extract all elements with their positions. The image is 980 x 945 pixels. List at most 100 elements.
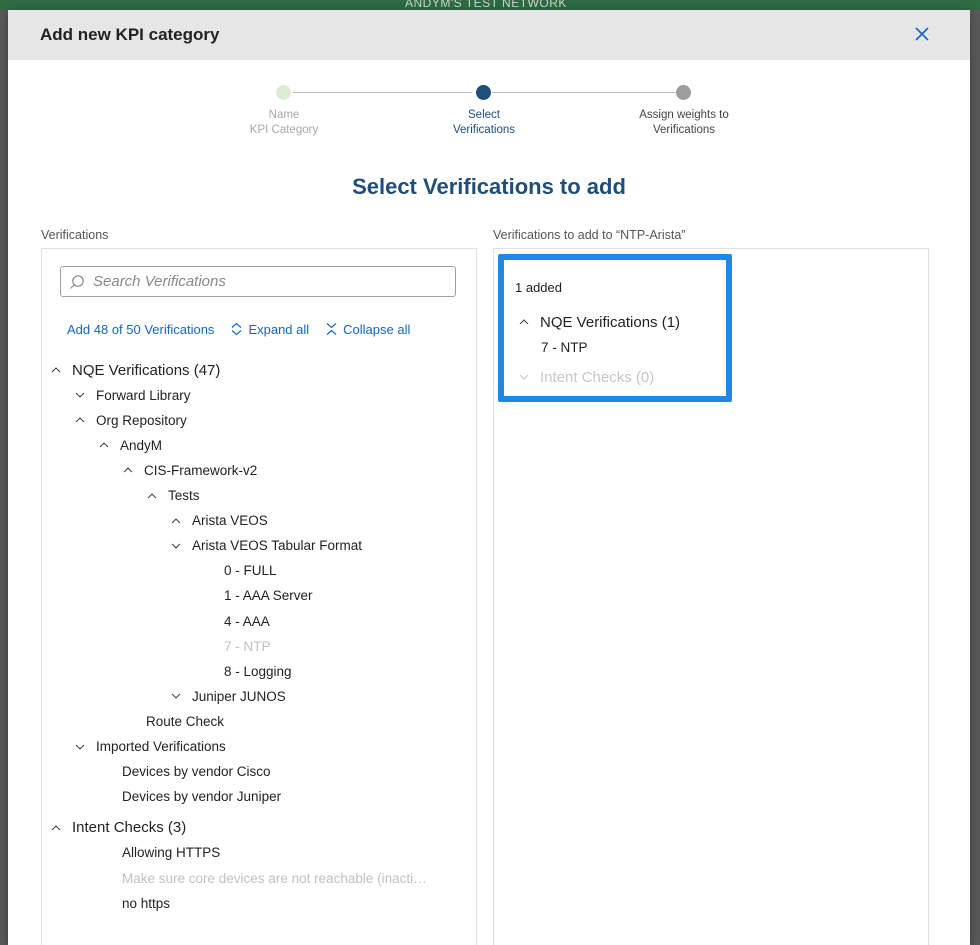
tree-item-route-check[interactable]: Route Check (146, 710, 224, 732)
tree-item-4-aaa[interactable]: 4 - AAA (224, 610, 270, 632)
expand-all-button[interactable]: Expand all (230, 322, 309, 337)
stepper-connector (492, 92, 676, 93)
collapse-icon (326, 323, 337, 335)
tree-item-label: 0 - FULL (224, 563, 277, 579)
tree-item-cis-framework-v2[interactable]: CIS-Framework-v2 (122, 459, 257, 481)
tree-item-label: Imported Verifications (96, 739, 226, 754)
chevron-down-icon (518, 371, 530, 383)
left-panel-label: Verifications (41, 228, 109, 242)
tree-item-0-full[interactable]: 0 - FULL (224, 560, 277, 582)
step-indicator-name-kpi-category (276, 85, 291, 100)
added-count: 1 added (515, 280, 562, 295)
chevron-up-icon (50, 822, 62, 834)
added-verifications-card: 1 added NQE Verifications (1) 7 - NTP In… (498, 254, 732, 402)
collapse-all-label: Collapse all (343, 321, 411, 337)
tree-item-label: AndyM (120, 437, 163, 453)
step-label-line: Verifications (652, 124, 715, 136)
background-network-name: ANDYM'S TEST NETWORK (405, 0, 567, 10)
tree-item-andym[interactable]: AndyM (98, 434, 162, 456)
tree-item-allowing-https[interactable]: Allowing HTTPS (122, 842, 220, 864)
tree-item-org-repository[interactable]: Org Repository (74, 409, 187, 431)
chevron-up-icon (518, 316, 530, 328)
step-label-name-kpi-category: Name KPI Category (214, 108, 354, 138)
chevron-down-icon (74, 741, 86, 753)
tree-item-label: 8 - Logging (224, 663, 292, 679)
search-input[interactable] (91, 272, 455, 291)
tree-item-label: Devices by vendor Cisco (122, 764, 271, 780)
tree-item-7-ntp: 7 - NTP (224, 635, 271, 657)
stepper-connector (293, 92, 472, 93)
tree-item-label: Forward Library (96, 387, 191, 403)
tree-item-label: Devices by vendor Juniper (122, 789, 282, 805)
add-verifications-link[interactable]: Add 48 of 50 Verifications (67, 322, 214, 337)
tree-actions: Add 48 of 50 Verifications Expand all Co… (67, 319, 426, 339)
search-icon (70, 274, 84, 289)
tree-item-label: NQE Verifications (47) (72, 361, 221, 379)
tree-item-label: 1 - AAA Server (224, 588, 313, 604)
section-title: Select Verifications to add (352, 174, 626, 199)
tree-item-forward-library[interactable]: Forward Library (74, 384, 191, 406)
tree-item-juniper-junos[interactable]: Juniper JUNOS (170, 685, 286, 707)
close-button[interactable] (910, 22, 934, 46)
tree-item-arista-veos-tabular-format[interactable]: Arista VEOS Tabular Format (170, 535, 362, 557)
chevron-down-icon (170, 540, 182, 552)
tree-item-tests[interactable]: Tests (146, 485, 200, 507)
tree-item-label: Intent Checks (3) (72, 819, 187, 837)
expand-icon (232, 322, 242, 336)
step-label-line: Assign weights to (639, 109, 729, 121)
collapse-all-button[interactable]: Collapse all (325, 322, 410, 337)
tree-item-8-logging[interactable]: 8 - Logging (224, 660, 292, 682)
verifications-panel: Add 48 of 50 Verifications Expand all Co… (41, 248, 477, 945)
chevron-up-icon (170, 515, 182, 527)
search-box[interactable] (60, 266, 456, 297)
tree-item-label: Allowing HTTPS (122, 845, 221, 861)
tree-item-label: CIS-Framework-v2 (144, 462, 258, 478)
tree-item-nqe-verifications-47[interactable]: NQE Verifications (47) (50, 359, 220, 381)
tree-item-label: Juniper JUNOS (192, 688, 286, 704)
step-label-line: Name (268, 109, 300, 121)
add-kpi-category-dialog: Add new KPI category Name KPI Category S… (8, 10, 970, 945)
background-app-left (0, 10, 8, 945)
tree-item-label: 4 - AAA (224, 613, 270, 629)
expand-all-label: Expand all (248, 321, 310, 337)
selected-verifications-panel: 1 added NQE Verifications (1) 7 - NTP In… (493, 248, 929, 945)
tree-item-label: Arista VEOS (192, 513, 268, 529)
chevron-down-icon (170, 690, 182, 702)
tree-item-label: no https (122, 895, 171, 911)
chevron-down-icon (74, 389, 86, 401)
tree-item-devices-by-vendor-cisco[interactable]: Devices by vendor Cisco (122, 761, 271, 783)
dialog-header: Add new KPI category (8, 10, 970, 60)
dialog-title: Add new KPI category (40, 25, 220, 44)
step-label-select-verifications: Select Verifications (414, 108, 554, 138)
chevron-up-icon (50, 364, 62, 376)
background-app-right (970, 10, 980, 945)
step-label-line: Verifications (452, 124, 515, 136)
step-indicator-assign-weights (676, 85, 691, 100)
chevron-up-icon (74, 414, 86, 426)
right-panel-label: Verifications to add to “NTP-Arista” (493, 228, 686, 242)
wizard-stepper: Name KPI Category Select Verifications A… (8, 82, 970, 152)
add-verifications-label: Add 48 of 50 Verifications (67, 321, 215, 337)
chevron-up-icon (146, 490, 158, 502)
chevron-up-icon (122, 464, 134, 476)
selected-group-nqe-verifications[interactable]: NQE Verifications (1) (518, 311, 680, 333)
tree-item-label: Arista VEOS Tabular Format (192, 538, 363, 554)
selected-group-label: Intent Checks (0) (540, 368, 655, 386)
selected-group-label: NQE Verifications (1) (540, 313, 681, 331)
selected-item-label: 7 - NTP (541, 339, 588, 355)
tree-item-no-https[interactable]: no https (122, 892, 170, 914)
tree-item-devices-by-vendor-juniper[interactable]: Devices by vendor Juniper (122, 786, 281, 808)
background-app-header: ANDYM'S TEST NETWORK (0, 0, 980, 10)
tree-item-intent-checks-3[interactable]: Intent Checks (3) (50, 817, 186, 839)
tree-item-make-sure-core-devices-are-not-reachable-inacti: Make sure core devices are not reachable… (122, 867, 427, 889)
tree-item-arista-veos[interactable]: Arista VEOS (170, 510, 268, 532)
tree-item-1-aaa-server[interactable]: 1 - AAA Server (224, 585, 313, 607)
close-icon (915, 27, 929, 41)
tree-item-label: Org Repository (96, 412, 187, 428)
tree-item-label: Route Check (146, 713, 225, 729)
tree-item-imported-verifications[interactable]: Imported Verifications (74, 736, 226, 758)
step-label-assign-weights: Assign weights to Verifications (614, 108, 754, 138)
step-label-line: KPI Category (249, 124, 319, 136)
tree-item-label: Make sure core devices are not reachable… (122, 870, 427, 886)
selected-item-7-ntp[interactable]: 7 - NTP (541, 336, 588, 358)
